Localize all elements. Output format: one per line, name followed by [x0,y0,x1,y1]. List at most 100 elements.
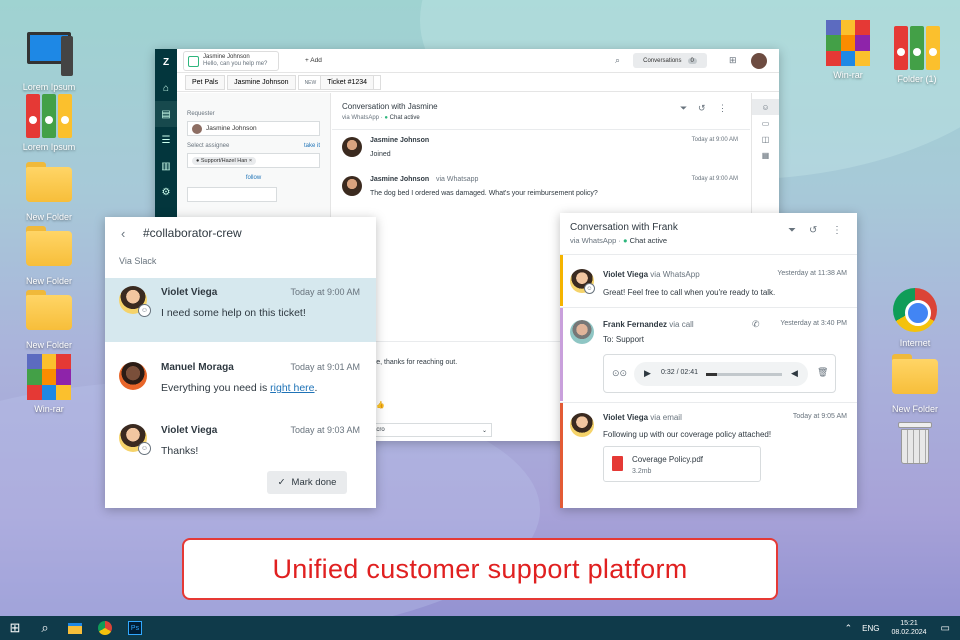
message-author: Violet Viega [603,413,649,422]
requester-message: Hello, can you help me? [203,61,268,67]
desktop-icon-folder[interactable]: New Folder [14,222,84,286]
filter-icon[interactable]: ⏷ [788,225,796,236]
message-recipient: To: Support [603,335,644,344]
phone-icon: ✆ [752,319,760,329]
conversation-channel: via WhatsApp [570,236,617,245]
search-icon[interactable]: ⌕ [615,55,620,66]
user-avatar[interactable] [751,53,767,69]
mark-done-label: Mark done [291,477,337,488]
requester-field-label: Requester [187,111,215,117]
more-options-icon[interactable]: ⋮ [718,103,727,114]
history-icon[interactable]: ↺ [809,225,817,236]
message-text: Great! Feel free to call when you're rea… [603,288,776,297]
filter-icon[interactable]: ⏷ [680,103,687,114]
desktop-icon-folder[interactable]: New Folder [14,158,84,222]
history-icon[interactable]: ↺ [698,103,706,114]
thumbs-up-icon[interactable]: 👍 [376,401,385,409]
desktop-icon-folder[interactable]: New Folder [880,350,950,414]
views-icon[interactable]: ▤ [155,101,177,127]
headline-banner: Unified customer support platform [182,538,778,600]
chevron-up-icon[interactable]: ⌃ [845,623,853,634]
customers-icon[interactable]: ☰ [155,127,177,153]
file-attachment[interactable]: Coverage Policy.pdf 3.2mb [603,446,761,482]
message-time: Today at 9:03 AM [290,425,360,435]
side-conversations-icon[interactable]: ◫ [752,131,779,147]
language-indicator[interactable]: ENG [862,624,879,633]
reply-composer-text[interactable]: ere, thanks for reaching out. [370,359,457,366]
volume-icon[interactable]: ◀ [791,368,798,379]
conversation-status: Chat active [629,236,668,245]
desktop-icon-binders[interactable]: Lorem Ipsum [14,92,84,152]
back-chevron-icon[interactable]: ‹ [121,226,125,241]
chrome-icon [891,288,939,336]
file-explorer-icon[interactable] [60,616,90,640]
message-author: Violet Viega [161,425,218,436]
conversations-button[interactable]: Conversations 0 [633,53,707,68]
user-icon[interactable]: ☺ [752,99,779,115]
take-it-link[interactable]: take it [304,143,320,149]
apps-icon[interactable]: ▦ [752,147,779,163]
start-windows-icon[interactable]: ⊞ [0,616,30,640]
settings-icon[interactable]: ⚙ [155,179,177,205]
message-channel: via Whatsapp [436,176,479,183]
message-author: Jasmine Johnson [370,137,430,144]
add-tab-button[interactable]: + Add [305,57,322,64]
ticket-tabs: Pet Pals Jasmine Johnson NEW Ticket #1234 [177,74,779,92]
apps-grid-icon[interactable]: ⊞ [729,55,737,66]
mark-done-button[interactable]: ✓ Mark done [267,471,347,494]
desktop-icon-trash[interactable] [880,420,950,472]
play-icon[interactable]: ▶ [644,368,651,379]
assignee-field[interactable]: ● Support/Hazel Han × [187,153,320,168]
message-text: . [314,382,318,394]
reports-icon[interactable]: ▥ [155,153,177,179]
desktop-icon-internet[interactable]: Internet [880,286,950,348]
chevron-down-icon: ⌄ [481,428,487,434]
message-text: I need some help on this ticket! [161,307,306,319]
message-author: Jasmine Johnson [370,176,430,183]
photoshop-icon[interactable]: Ps [120,616,150,640]
notifications-icon[interactable]: ▭ [941,623,950,634]
headline-text: Unified customer support platform [272,553,688,584]
requester-tab[interactable]: Jasmine Johnson Hello, can you help me? [183,51,279,71]
delete-icon[interactable]: 🗑 [817,367,828,378]
desktop-icon-winrar[interactable]: Win-rar [813,20,883,80]
message-link[interactable]: right here [270,382,314,394]
clock[interactable]: 15:21 08.02.2024 [892,619,927,637]
desktop-icon-folder[interactable]: New Folder [14,286,84,350]
checkmark-icon: ✓ [277,477,286,488]
conversation-item: ☺ Violet Viega via WhatsApp Yesterday at… [560,254,857,306]
conversations-count: 0 [687,57,697,64]
avatar [570,320,594,344]
search-icon[interactable]: ⌕ [30,616,60,640]
desktop-icon-label: New Folder [25,212,72,222]
desktop-icon-winrar[interactable]: Win-rar [14,354,84,414]
chrome-icon[interactable] [90,616,120,640]
desktop-icon-computer[interactable]: Lorem Ipsum [14,26,84,92]
conversation-item: Violet Viega via email Today at 9:05 AM … [560,402,857,508]
slack-message: ☺ Violet Viega Today at 9:03 AM Thanks! [105,417,376,467]
agent-badge-icon: ☺ [138,304,151,317]
follow-link[interactable]: follow [187,175,320,181]
more-options-icon[interactable]: ⋮ [832,225,842,236]
trash-icon [891,422,939,470]
desktop-icon-label: Win-rar [833,70,863,80]
requester-field[interactable]: Jasmine Johnson [187,121,320,136]
audio-progress-bar[interactable] [706,373,782,376]
tab-requester[interactable]: Jasmine Johnson [227,75,296,90]
message-time: Today at 9:00 AM [290,287,360,297]
conversation-status: Chat active [389,115,420,121]
desktop-icon-binders[interactable]: Folder (1) [882,24,952,84]
message-time: Today at 9:00 AM [691,176,738,182]
avatar [119,362,147,390]
desktop-icon-label: New Folder [25,340,72,350]
desktop-icon-label: Folder (1) [897,74,937,84]
home-icon[interactable]: ⌂ [155,75,177,101]
message-text: The dog bed I ordered was damaged. What'… [370,190,598,197]
knowledge-icon[interactable]: ▭ [752,115,779,131]
macro-select[interactable]: acro ⌄ [368,423,492,437]
agent-badge-icon: ☺ [138,442,151,455]
tags-field[interactable] [187,187,277,202]
tab-organization[interactable]: Pet Pals [185,75,226,90]
tab-ticket[interactable]: NEW Ticket #1234 [297,75,382,90]
message-item: Jasmine Johnson Today at 9:00 AM Joined [342,137,738,167]
